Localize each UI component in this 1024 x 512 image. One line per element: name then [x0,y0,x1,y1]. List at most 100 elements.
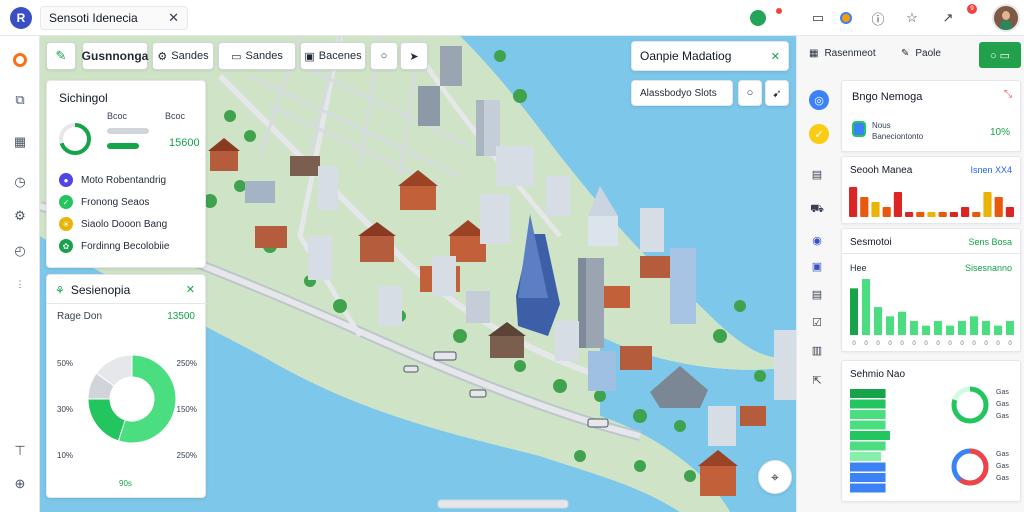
sun-icon: ☀ [59,217,73,231]
tab-dashboard[interactable]: ▦ Rasenmeot [809,48,876,59]
star-icon[interactable]: ☆ [902,8,922,28]
time-icon[interactable]: ◴ [10,241,30,261]
window-icon[interactable]: ▭ [808,8,828,28]
settings-icon[interactable]: ⚙ [10,206,30,226]
bar-tick: 0 [864,341,868,347]
browser-icon[interactable] [836,8,856,28]
bar [970,316,978,335]
map-pin-icon: ● [59,173,73,187]
close-icon[interactable]: ✕ [186,283,195,296]
map-canvas[interactable]: ✎ Gusnnonga ⚙ Sandes ▭ Sandes ▣ Bacenes ○ ➤… [40,36,796,512]
clock-icon[interactable]: ◷ [10,172,30,192]
hbar [850,420,886,430]
pie-slice [87,398,126,442]
collapse-icon[interactable]: ⤡ [1004,89,1012,100]
calendar-icon[interactable]: ▤ [809,166,825,182]
divider [842,253,1022,254]
histogram-bar [961,207,970,217]
filter-button[interactable]: ⚙ Sandes [152,42,214,70]
pencil-icon: ✎ [901,48,910,59]
bar [1006,321,1014,335]
location-icon[interactable]: ◉ [809,232,825,248]
legend-item[interactable]: ✓ Fronong Seaos [59,195,149,209]
app-logo[interactable]: R [10,7,32,29]
top-bar: R Sensoti Idenecia ✕ ▭ ⓘ ☆ ↗ 9 [0,0,1024,36]
more-icon[interactable]: ⋮ [10,274,30,294]
pin-icon: ➹ [772,87,782,100]
leaf-icon: ✓ [59,195,73,209]
stats-gauge [59,123,91,155]
home-icon[interactable] [10,50,30,70]
avatar[interactable] [992,4,1020,32]
bar [898,311,906,335]
clear-search-icon[interactable]: ✕ [168,10,179,26]
legend-item[interactable]: ● Moto Robentandrig [59,173,166,187]
bar [958,321,966,335]
histogram-bar [849,187,858,217]
bar [874,307,882,335]
stats-title: Sichingol [59,91,108,105]
hbar [850,473,886,482]
edit-tool-button[interactable]: ✎ [46,42,76,70]
legend-item[interactable]: ✿ Fordinng Becolobiie [59,239,169,253]
tab-profile[interactable]: ✎ Paole [901,48,941,59]
layer-select-button[interactable]: Gusnnonga [82,42,148,70]
bar-tick: 0 [852,341,856,347]
ring-chart-1 [951,386,989,424]
legend-item[interactable]: ☀ Siaolo Dooon Bang [59,217,167,231]
navigate-button[interactable]: ➤ [400,42,428,70]
info-card: Bngo Nemoga ⤡ Nous Baneciontonto 10% [841,80,1021,152]
doc-icon[interactable]: ▤ [809,286,825,302]
search-button[interactable]: ○ [738,80,762,106]
horizontal-bar-chart [850,389,890,493]
table-icon[interactable]: ▦ [10,132,30,152]
info-icon[interactable]: ⓘ [868,8,888,28]
layers-icon[interactable]: ⧉ [10,90,30,110]
legend-label: Siaolo Dooon Bang [81,218,168,230]
search-action-button[interactable]: ○ ▭ [979,42,1021,68]
stats-value: 15600 [169,137,200,149]
vehicle-icon[interactable]: ⛟ [809,202,825,218]
bar [934,321,942,335]
search-map-button[interactable]: ○ [370,42,398,70]
search-field[interactable]: Sensoti Idenecia ✕ [40,6,188,30]
basemap-button[interactable]: ▣ Bacenes [300,42,366,70]
close-icon[interactable]: ✕ [771,50,780,63]
search-icon: ○ [380,50,388,62]
help-icon[interactable]: ⊤ [10,441,30,461]
stats-progress-track [107,128,149,134]
bar-chart-card: Sesmotoi Sens Bosa Hee Sisesnanno 000000… [841,228,1022,352]
notifications-icon[interactable]: ◎ [809,90,829,110]
compass-button[interactable]: ⌖ [758,460,792,494]
search-input[interactable]: Sensoti Idenecia [49,11,168,25]
legend-label: Moto Robentandrig [81,174,167,186]
filter-icon: ⚙ [157,50,168,63]
view-button[interactable]: ▭ Sandes [218,42,296,70]
bar [910,321,918,335]
bar [886,316,894,335]
bar-tick: 0 [912,341,916,347]
histogram-bar [983,192,992,217]
histogram-bar [1005,207,1014,217]
pie-card: ⚘ Sesienopia ✕ Rage Don 13500 50% 30% 10… [46,274,207,498]
compass-icon: ⌖ [771,468,779,485]
globe-icon[interactable]: ⊕ [10,474,30,494]
directions-button[interactable]: ➹ [765,80,789,106]
pencil-icon: ✎ [55,48,67,63]
export-icon[interactable]: ⇱ [809,372,825,388]
histogram-bar [893,192,902,217]
file-icon[interactable]: ▥ [809,342,825,358]
histogram-bar [905,212,914,217]
image-icon[interactable]: ▣ [809,258,825,274]
bar-tick: 0 [1008,341,1012,347]
hbar [850,410,886,419]
check-icon[interactable]: ☑ [809,314,825,330]
share-icon[interactable]: ↗ [938,8,958,28]
bar [862,279,870,335]
hbar [850,452,882,461]
histogram-bar [927,212,936,217]
location-search-input[interactable]: Alassbodyo Slots [631,80,733,106]
alert-icon[interactable]: ✓ [809,124,829,144]
marker-icon [852,121,866,137]
status-icon[interactable] [748,8,768,28]
